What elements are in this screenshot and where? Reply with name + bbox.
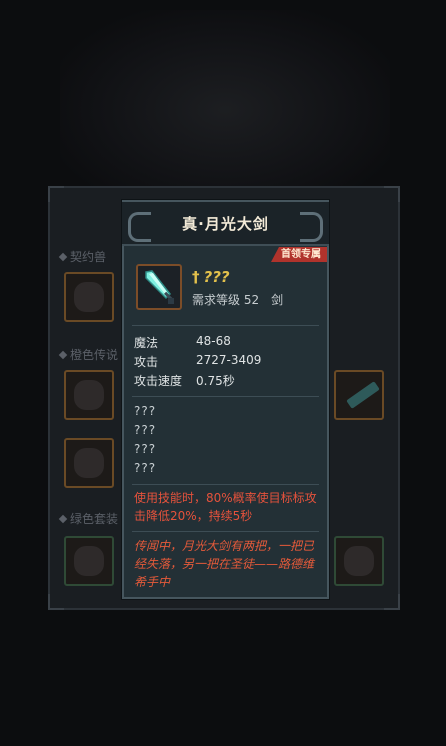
equipment-slot[interactable] [64, 438, 114, 488]
pet-icon [74, 282, 104, 312]
armor-icon [74, 380, 104, 410]
helmet-icon [74, 546, 104, 576]
sword-icon [145, 270, 174, 304]
equipment-slot[interactable] [334, 370, 384, 420]
item-effect-text: 使用技能时，80%概率使目标标攻击降低20%，持续5秒 [134, 491, 317, 523]
stat-label: 攻击速度 [134, 374, 183, 388]
divider [132, 396, 319, 397]
panel-corner [384, 186, 400, 202]
divider [132, 325, 319, 326]
item-icon-frame [136, 264, 182, 310]
section-label-legendary: 橙色传说 [58, 346, 118, 363]
unknown-affix: ??? [134, 442, 157, 456]
background-boss-silhouette [60, 10, 390, 210]
stat-row: 攻击速度 0.75秒 [134, 372, 235, 389]
diamond-icon [58, 514, 68, 523]
helmet-icon [74, 448, 104, 478]
equipment-slot[interactable] [64, 272, 114, 322]
ornament-icon [300, 212, 323, 242]
stat-value: 0.75秒 [196, 374, 235, 388]
item-tooltip: 真·月光大剑 首领专属 † ??? 需求等级 52 剑 魔法 48-68 攻击 … [122, 200, 329, 599]
divider [132, 531, 319, 532]
diamond-icon [58, 252, 68, 261]
chest-icon [344, 546, 374, 576]
equipment-slot[interactable] [334, 536, 384, 586]
stat-value: 2727-3409 [196, 353, 262, 367]
ornament-icon [128, 212, 151, 242]
tooltip-title-bar: 真·月光大剑 [122, 202, 329, 246]
dagger-icon: † [192, 268, 200, 286]
section-label-green-set: 绿色套装 [58, 510, 118, 527]
stat-label: 攻击 [134, 355, 159, 369]
item-title: 真·月光大剑 [182, 214, 269, 233]
equipment-slot[interactable] [64, 370, 114, 420]
stat-row: 攻击 2727-3409 [134, 353, 261, 370]
section-label-pet: 契约兽 [58, 248, 106, 265]
unknown-affix: ??? [134, 404, 157, 418]
stat-value: 48-68 [196, 334, 231, 348]
panel-corner [384, 594, 400, 610]
unknown-affix: ??? [134, 423, 157, 437]
unknown-affix: ??? [134, 461, 157, 475]
equipment-slot[interactable] [64, 536, 114, 586]
diamond-icon [58, 350, 68, 359]
item-requirement: 需求等级 52 剑 [192, 291, 283, 308]
item-lore-text: 传闻中，月光大剑有两把，一把已经失落，另一把在圣徒——路德维希手中 [134, 539, 315, 589]
item-type: 剑 [271, 293, 284, 307]
level-requirement: 需求等级 52 [192, 293, 260, 307]
divider [132, 484, 319, 485]
panel-corner [48, 186, 64, 202]
panel-corner [48, 594, 64, 610]
stat-row: 魔法 48-68 [134, 334, 231, 351]
stat-label: 魔法 [134, 336, 159, 350]
sword-icon [346, 381, 380, 409]
item-name-line: † ??? [192, 268, 230, 286]
item-name: ??? [203, 268, 230, 286]
boss-exclusive-badge: 首领专属 [271, 247, 327, 262]
